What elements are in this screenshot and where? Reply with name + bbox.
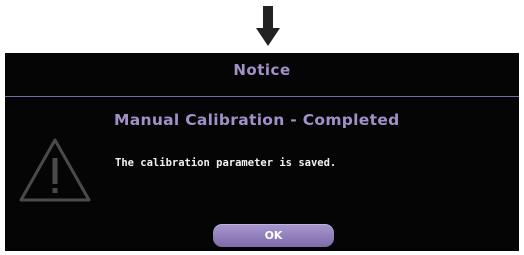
- ok-button[interactable]: OK: [213, 224, 334, 247]
- dialog-heading: Manual Calibration - Completed: [114, 111, 400, 129]
- dialog-message: The calibration parameter is saved.: [115, 157, 337, 169]
- down-arrow-icon: [256, 6, 280, 46]
- title-divider: [5, 96, 519, 97]
- warning-icon: [19, 138, 91, 202]
- dialog-title: Notice: [233, 61, 291, 79]
- notice-dialog: Notice Manual Calibration - Completed Th…: [5, 53, 519, 251]
